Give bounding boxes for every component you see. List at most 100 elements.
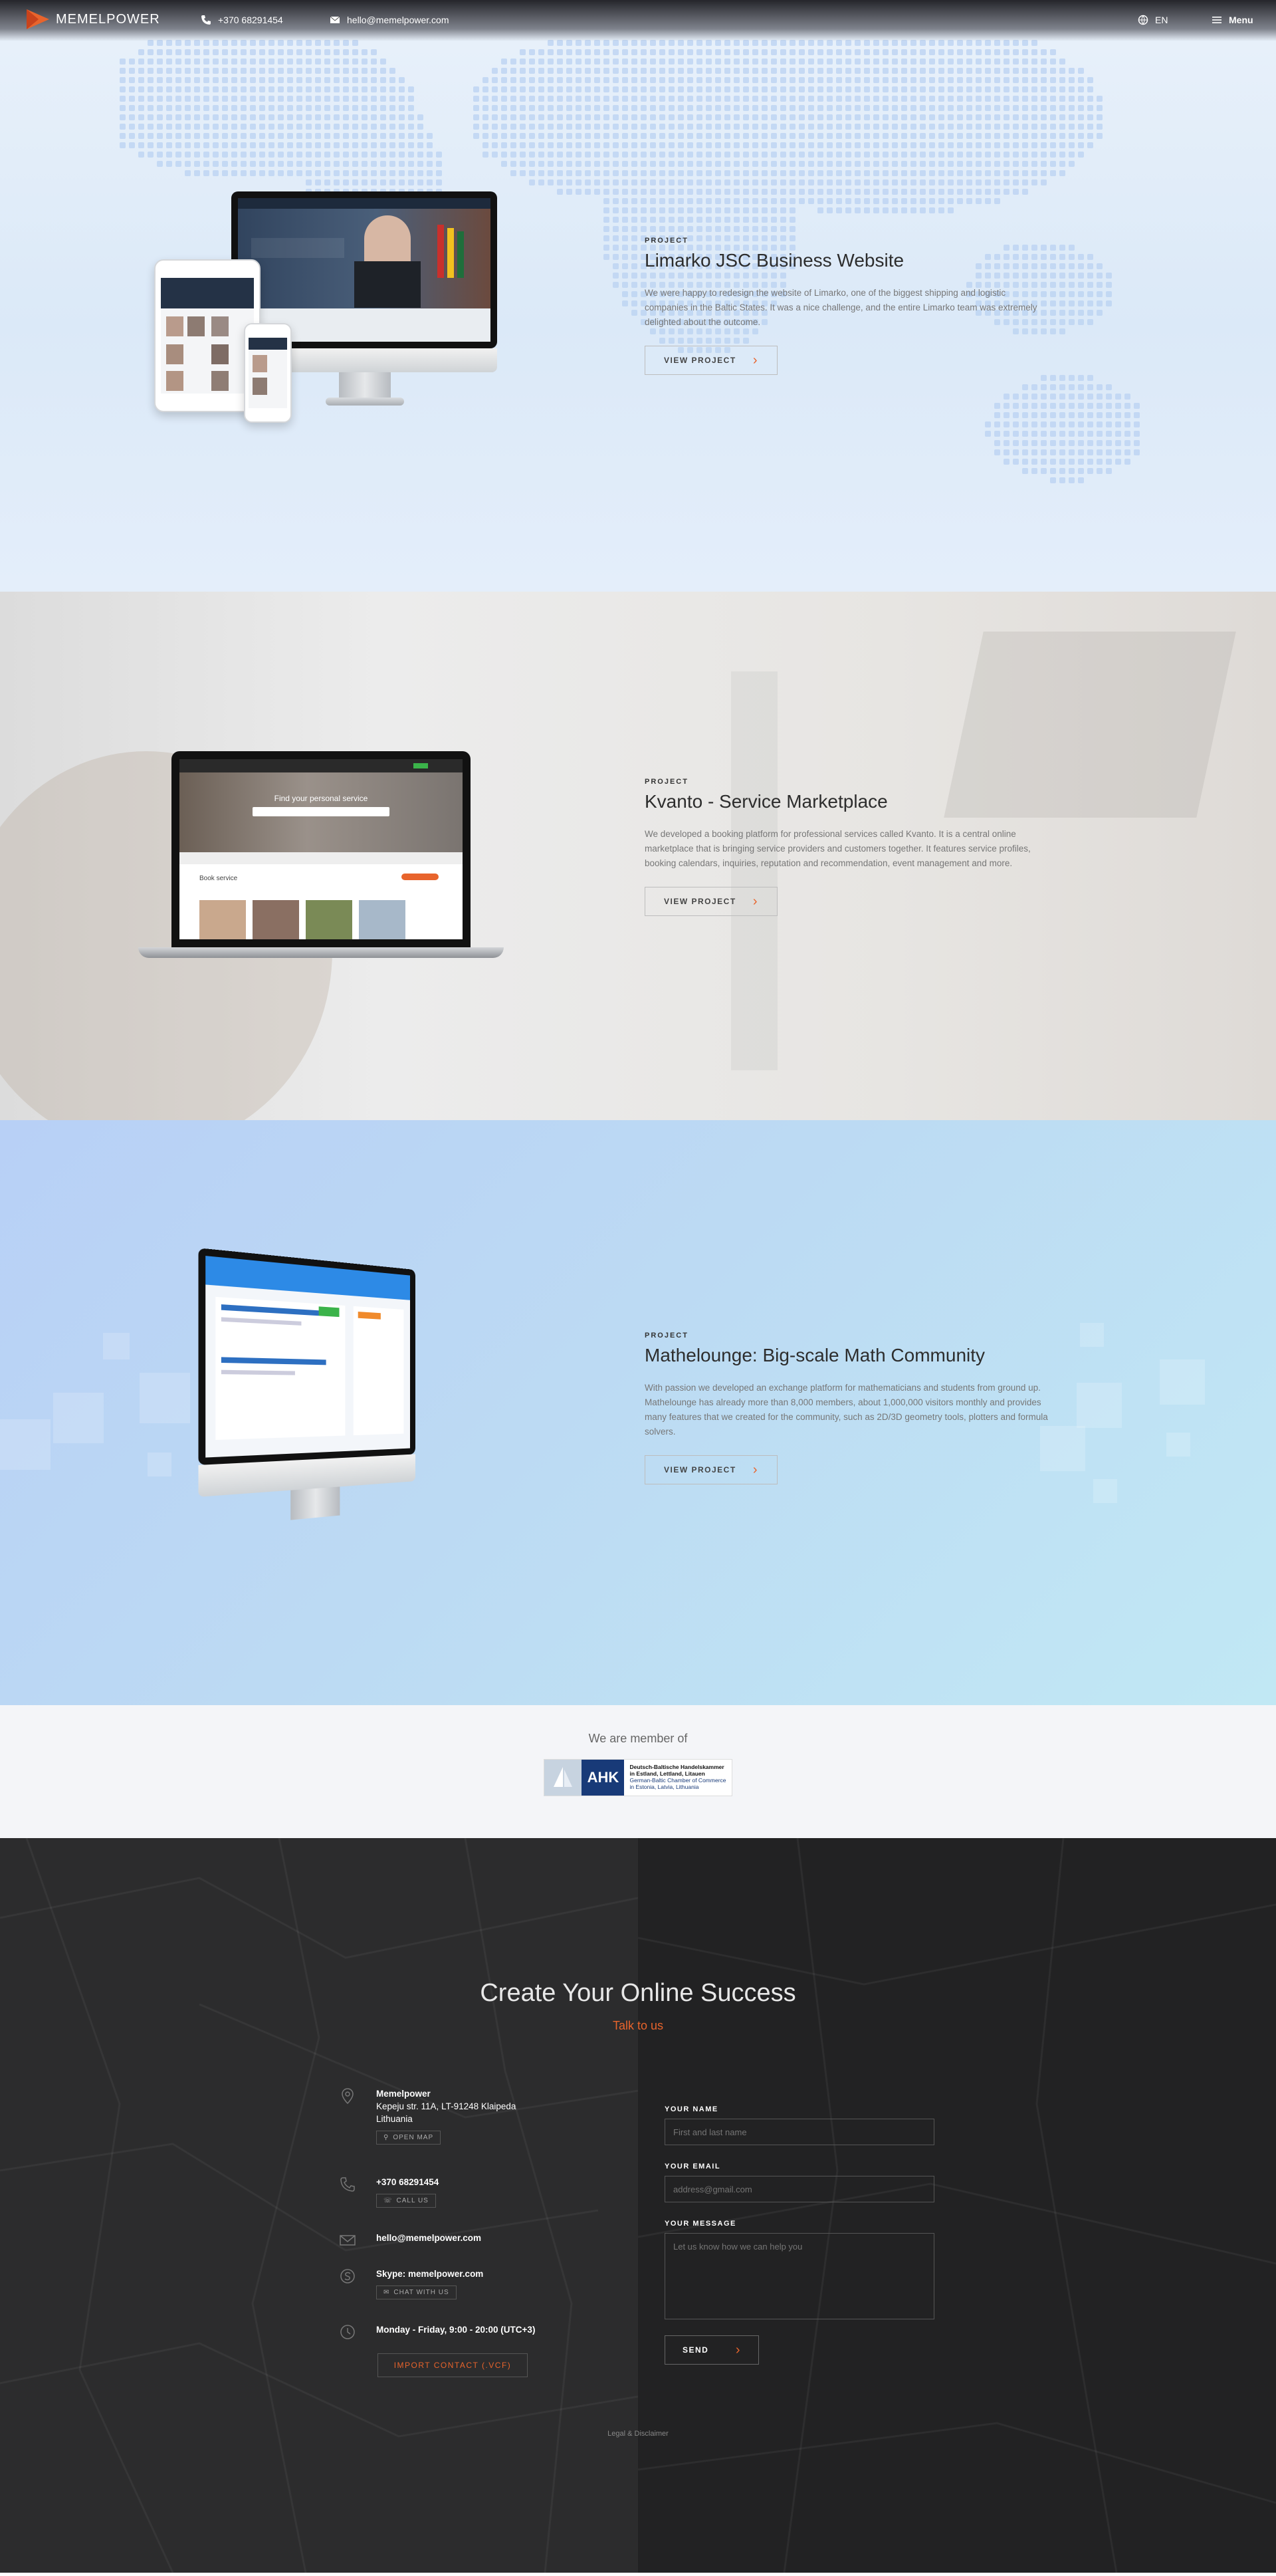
chat-small-icon: ✉ bbox=[383, 2289, 389, 2296]
street-map-background bbox=[0, 1838, 1276, 2573]
decor-square bbox=[1160, 1359, 1205, 1405]
project-mathelounge: PROJECT Mathelounge: Big-scale Math Comm… bbox=[0, 1120, 1276, 1705]
company-name: Memelpower bbox=[376, 2087, 516, 2100]
call-us-button[interactable]: ☏ CALL US bbox=[376, 2194, 436, 2208]
imac-foot bbox=[326, 398, 404, 406]
chat-with-us-button[interactable]: ✉ CHAT WITH US bbox=[376, 2285, 457, 2299]
imac-angled-mockup bbox=[198, 1248, 415, 1538]
laptop-base bbox=[138, 947, 504, 958]
message-field-group: YOUR MESSAGE bbox=[665, 2220, 934, 2323]
name-field-group: YOUR NAME bbox=[665, 2105, 934, 2145]
ahk-logo[interactable]: AHK Deutsch-Baltische Handelskammer in E… bbox=[544, 1759, 732, 1796]
project-title: Limarko JSC Business Website bbox=[645, 250, 1050, 271]
project-description: With passion we developed an exchange pl… bbox=[645, 1381, 1050, 1439]
project-text: PROJECT Limarko JSC Business Website We … bbox=[645, 237, 1050, 375]
contact-phone[interactable]: +370 68291454 bbox=[376, 2176, 439, 2188]
view-project-button[interactable]: VIEW PROJECT › bbox=[645, 887, 778, 916]
contact-skype: Skype: memelpower.com bbox=[376, 2268, 483, 2280]
email-input[interactable] bbox=[665, 2176, 934, 2202]
membership-title: We are member of bbox=[0, 1732, 1276, 1746]
project-text: PROJECT Mathelounge: Big-scale Math Comm… bbox=[645, 1332, 1050, 1484]
phone-icon bbox=[339, 2176, 356, 2193]
imac-angled-stand bbox=[290, 1486, 340, 1520]
header-phone-text: +370 68291454 bbox=[218, 15, 283, 25]
menu-button[interactable]: Menu bbox=[1212, 15, 1253, 25]
phone-icon bbox=[201, 15, 211, 25]
address-line1: Kepeju str. 11A, LT-91248 Klaipeda bbox=[376, 2100, 516, 2113]
decor-square bbox=[140, 1373, 190, 1423]
pin-small-icon: ⚲ bbox=[383, 2134, 389, 2141]
project-description: We developed a booking platform for prof… bbox=[645, 827, 1050, 871]
hamburger-icon bbox=[1212, 15, 1222, 25]
chevron-right-icon: › bbox=[736, 2343, 741, 2358]
language-label: EN bbox=[1155, 15, 1168, 25]
name-label: YOUR NAME bbox=[665, 2105, 934, 2113]
header-email[interactable]: hello@memelpower.com bbox=[330, 15, 449, 25]
kvanto-screen: Find your personal service Book service bbox=[179, 759, 463, 939]
mail-icon bbox=[339, 2232, 356, 2249]
ahk-text: Deutsch-Baltische Handelskammer in Estla… bbox=[624, 1760, 731, 1796]
tablet-screen bbox=[161, 278, 254, 394]
sail-icon bbox=[544, 1760, 582, 1796]
decor-square bbox=[0, 1419, 51, 1470]
logo-text: MEMELPOWER bbox=[56, 12, 160, 27]
site-header: MEMELPOWER +370 68291454 hello@memelpowe… bbox=[0, 0, 1276, 41]
view-project-button[interactable]: VIEW PROJECT › bbox=[645, 346, 778, 375]
message-textarea[interactable] bbox=[665, 2233, 934, 2319]
project-limarko: PROJECT Limarko JSC Business Website We … bbox=[0, 0, 1276, 592]
open-map-button[interactable]: ⚲ OPEN MAP bbox=[376, 2131, 441, 2145]
logo[interactable]: MEMELPOWER bbox=[27, 9, 160, 29]
phone-mockup bbox=[244, 323, 292, 423]
send-button[interactable]: SEND › bbox=[665, 2335, 759, 2365]
decor-square bbox=[103, 1333, 130, 1359]
phone-block: +370 68291454 ☏ CALL US bbox=[339, 2176, 439, 2208]
legal-link[interactable]: Legal & Disclaimer bbox=[0, 2430, 1276, 2438]
project-text: PROJECT Kvanto - Service Marketplace We … bbox=[645, 778, 1050, 916]
mail-icon bbox=[330, 15, 340, 25]
contact-subtitle: Talk to us bbox=[0, 2019, 1276, 2033]
contact-hours: Monday - Friday, 9:00 - 20:00 (UTC+3) bbox=[376, 2323, 535, 2336]
project-description: We were happy to redesign the website of… bbox=[645, 286, 1050, 330]
view-project-label: VIEW PROJECT bbox=[664, 1465, 736, 1474]
decor-square bbox=[1080, 1323, 1104, 1347]
project-title: Kvanto - Service Marketplace bbox=[645, 791, 1050, 812]
kvanto-hero-text: Find your personal service bbox=[179, 794, 463, 803]
kvanto-section-text: Book service bbox=[199, 875, 237, 882]
decor-square bbox=[1166, 1433, 1190, 1457]
chevron-right-icon: › bbox=[753, 353, 758, 368]
contact-section: Create Your Online Success Talk to us Me… bbox=[0, 1838, 1276, 2573]
project-label: PROJECT bbox=[645, 778, 1050, 786]
project-label: PROJECT bbox=[645, 1332, 1050, 1340]
import-contact-button[interactable]: IMPORT CONTACT (.VCF) bbox=[377, 2353, 528, 2377]
ahk-line3: German-Baltic Chamber of Commerce bbox=[629, 1777, 726, 1784]
send-label: SEND bbox=[683, 2345, 708, 2355]
email-block: hello@memelpower.com bbox=[339, 2232, 481, 2249]
map-pin-icon bbox=[339, 2087, 356, 2105]
decor-square bbox=[148, 1453, 171, 1476]
decor-square bbox=[53, 1393, 104, 1443]
mathelounge-screen bbox=[205, 1256, 410, 1457]
membership-section: We are member of AHK Deutsch-Baltische H… bbox=[0, 1705, 1276, 1838]
email-field-group: YOUR EMAIL bbox=[665, 2163, 934, 2202]
header-phone[interactable]: +370 68291454 bbox=[201, 15, 283, 25]
decor-square bbox=[1093, 1479, 1117, 1503]
imac-angled-screen bbox=[198, 1248, 415, 1465]
project-label: PROJECT bbox=[645, 237, 1050, 245]
contact-email[interactable]: hello@memelpower.com bbox=[376, 2232, 481, 2244]
view-project-button[interactable]: VIEW PROJECT › bbox=[645, 1455, 778, 1484]
language-switcher[interactable]: EN bbox=[1138, 15, 1168, 25]
globe-icon bbox=[1138, 15, 1148, 25]
view-project-label: VIEW PROJECT bbox=[664, 897, 736, 906]
chevron-right-icon: › bbox=[753, 894, 758, 909]
chat-with-us-label: CHAT WITH US bbox=[393, 2289, 449, 2296]
limarko-screen bbox=[238, 198, 490, 342]
call-us-label: CALL US bbox=[397, 2197, 429, 2204]
name-input[interactable] bbox=[665, 2119, 934, 2145]
ahk-line1: Deutsch-Baltische Handelskammer bbox=[629, 1764, 724, 1770]
phone-small-icon: ☏ bbox=[383, 2197, 393, 2204]
address-line2: Lithuania bbox=[376, 2113, 516, 2125]
project-kvanto: Find your personal service Book service … bbox=[0, 592, 1276, 1120]
open-map-label: OPEN MAP bbox=[393, 2134, 433, 2141]
clock-icon bbox=[339, 2323, 356, 2341]
email-label: YOUR EMAIL bbox=[665, 2163, 934, 2170]
